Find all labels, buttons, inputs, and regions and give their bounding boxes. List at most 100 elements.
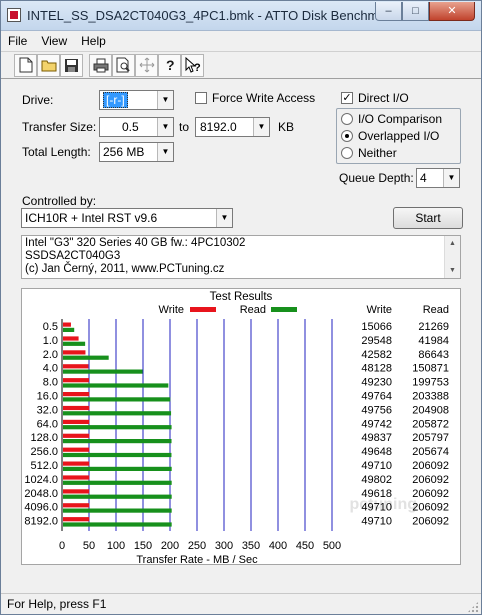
legend-write-swatch (190, 307, 216, 312)
x-tick-label: 100 (107, 540, 125, 552)
y-tick-label: 256.0 (30, 446, 58, 458)
total-length-value: 256 MB (103, 145, 145, 159)
read-value-label: 206092 (412, 474, 449, 486)
direct-io-label: Direct I/O (358, 91, 409, 105)
menu-help[interactable]: Help (74, 34, 113, 48)
read-value-label: 150871 (412, 363, 449, 375)
controlled-by-label: Controlled by: (22, 194, 97, 208)
queue-depth-label: Queue Depth: (339, 171, 414, 185)
chevron-down-icon[interactable]: ▼ (443, 169, 459, 187)
read-column-header: Read (423, 304, 449, 316)
read-bar (63, 425, 172, 430)
svg-text:?: ? (166, 57, 175, 73)
y-tick-label: 0.5 (43, 321, 58, 333)
svg-text:?: ? (194, 62, 201, 73)
settings-panel: Drive: [-r-] ▼ Force Write Access ✓ Dire… (14, 81, 469, 591)
transfer-size-to-select[interactable]: 8192.0 ▼ (195, 117, 270, 137)
menu-file[interactable]: File (1, 34, 34, 48)
move-icon[interactable] (135, 53, 158, 77)
y-tick-label: 64.0 (37, 418, 58, 430)
read-value-label: 86643 (418, 349, 449, 361)
scroll-up-icon[interactable]: ▲ (445, 236, 460, 251)
write-bar (63, 461, 90, 466)
write-value-label: 49710 (361, 460, 392, 472)
read-value-label: 199753 (412, 377, 449, 389)
transfer-size-label: Transfer Size: (22, 120, 97, 134)
title-bar[interactable]: INTEL_SS_DSA2CT040G3_4PC1.bmk - ATTO Dis… (1, 1, 481, 31)
app-window: INTEL_SS_DSA2CT040G3_4PC1.bmk - ATTO Dis… (0, 0, 482, 615)
resize-grip[interactable] (467, 601, 479, 613)
chevron-down-icon[interactable]: ▼ (253, 118, 269, 136)
x-tick-label: 450 (296, 540, 314, 552)
neither-label: Neither (358, 146, 397, 160)
io-comparison-label: I/O Comparison (358, 112, 443, 126)
direct-io-checkbox[interactable]: ✓ (341, 92, 353, 104)
overlapped-io-radio[interactable] (341, 130, 353, 142)
caption-buttons: – □ ✕ (375, 2, 475, 21)
write-value-label: 49756 (361, 404, 392, 416)
chevron-down-icon[interactable]: ▼ (157, 91, 173, 109)
read-bar (63, 522, 172, 527)
y-tick-label: 4096.0 (24, 502, 58, 514)
chevron-down-icon[interactable]: ▼ (157, 118, 173, 136)
status-bar: For Help, press F1 (1, 593, 481, 615)
read-bar (63, 383, 169, 388)
x-tick-label: 350 (242, 540, 260, 552)
chevron-down-icon[interactable]: ▼ (216, 209, 232, 227)
neither-radio[interactable] (341, 147, 353, 159)
open-folder-icon[interactable] (37, 53, 60, 77)
scroll-down-icon[interactable]: ▼ (445, 263, 460, 278)
write-value-label: 49764 (361, 391, 392, 403)
read-bar (63, 411, 172, 416)
total-length-select[interactable]: 256 MB ▼ (99, 142, 174, 162)
description-textarea[interactable]: Intel "G3" 320 Series 40 GB fw.: 4PC1030… (21, 235, 461, 279)
help-icon[interactable]: ? (158, 53, 181, 77)
write-bar (63, 405, 90, 411)
y-tick-label: 1024.0 (24, 474, 58, 486)
controlled-by-select[interactable]: ICH10R + Intel RST v9.6 ▼ (21, 208, 233, 228)
transfer-size-from-select[interactable]: 0.5 ▼ (99, 117, 174, 137)
write-value-label: 42582 (361, 349, 392, 361)
write-value-label: 49837 (361, 432, 392, 444)
read-bar (63, 452, 172, 458)
write-value-label: 49230 (361, 377, 392, 389)
y-tick-label: 512.0 (30, 460, 58, 472)
read-bar (63, 508, 172, 513)
chevron-down-icon[interactable]: ▼ (157, 143, 173, 161)
queue-depth-select[interactable]: 4 ▼ (416, 168, 460, 188)
x-axis-label: Transfer Rate - MB / Sec (136, 554, 258, 566)
print-icon[interactable] (89, 53, 112, 77)
drive-select[interactable]: [-r-] ▼ (99, 90, 174, 110)
drive-label: Drive: (22, 93, 54, 107)
start-button[interactable]: Start (393, 207, 463, 229)
read-value-label: 205797 (412, 432, 449, 444)
minimize-button[interactable]: – (375, 2, 402, 21)
x-tick-label: 400 (269, 540, 287, 552)
force-write-checkbox[interactable] (195, 92, 207, 104)
new-file-icon[interactable] (14, 53, 37, 77)
print-preview-icon[interactable] (112, 53, 135, 77)
write-bar (63, 364, 89, 369)
read-value-label: 206092 (412, 488, 449, 500)
read-bar (63, 480, 172, 485)
write-bar (63, 419, 90, 424)
maximize-button[interactable]: □ (402, 2, 429, 21)
transfer-rate-chart: Write Read Write Read 0 50 100 150 200 250 300 350 4… (24, 304, 449, 566)
read-bar (63, 466, 172, 471)
save-icon[interactable] (60, 53, 83, 77)
menu-view[interactable]: View (34, 34, 74, 48)
status-text: For Help, press F1 (7, 597, 107, 611)
write-value-label: 29548 (361, 335, 392, 347)
write-bar (63, 489, 90, 494)
read-bar (63, 439, 172, 444)
context-help-icon[interactable]: ? (181, 53, 204, 77)
read-bar (63, 494, 172, 499)
close-button[interactable]: ✕ (429, 2, 475, 21)
read-bar (63, 341, 86, 346)
x-tick-label: 0 (59, 540, 65, 552)
description-scrollbar[interactable]: ▲ ▼ (444, 236, 460, 278)
legend-read-label: Read (240, 304, 266, 316)
read-value-label: 21269 (418, 321, 449, 333)
transfer-size-from-value: 0.5 (122, 120, 139, 134)
io-comparison-radio[interactable] (341, 113, 353, 125)
